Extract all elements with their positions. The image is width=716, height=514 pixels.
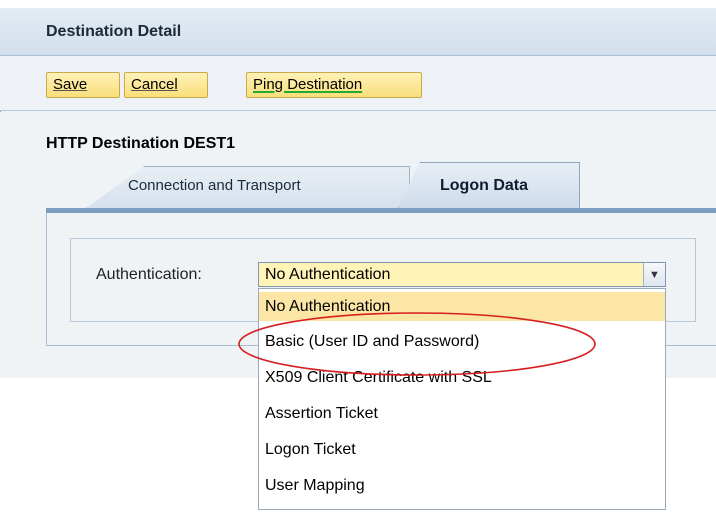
authentication-dropdown-list: No Authentication Basic (User ID and Pas…: [258, 288, 666, 510]
ping-destination-label: Ping Destination: [253, 76, 363, 93]
cancel-button-label: Cancel: [131, 76, 178, 93]
authentication-label: Authentication:: [96, 266, 202, 283]
panel-header: Destination Detail: [0, 8, 716, 56]
cancel-button[interactable]: Cancel: [124, 72, 208, 98]
panel-title: Destination Detail: [46, 23, 182, 40]
option-logon-ticket[interactable]: Logon Ticket: [259, 435, 665, 464]
option-x509[interactable]: X509 Client Certificate with SSL: [259, 363, 665, 392]
save-button[interactable]: Save: [46, 72, 120, 98]
ping-destination-button[interactable]: Ping Destination: [246, 72, 422, 98]
tab-logon-label: Logon Data: [440, 177, 528, 194]
save-button-label: Save: [53, 76, 88, 93]
option-user-mapping[interactable]: User Mapping: [259, 471, 665, 500]
authentication-select[interactable]: No Authentication ▼: [258, 262, 666, 287]
option-no-authentication[interactable]: No Authentication: [259, 292, 665, 321]
authentication-selected-value: No Authentication: [265, 266, 391, 283]
dropdown-toggle-button[interactable]: ▼: [643, 263, 665, 286]
chevron-down-icon: ▼: [649, 268, 660, 281]
destination-title: HTTP Destination DEST1: [46, 135, 236, 152]
option-assertion-ticket[interactable]: Assertion Ticket: [259, 399, 665, 428]
tab-connection-label: Connection and Transport: [128, 177, 301, 194]
toolbar: Save Cancel Ping Destination: [0, 56, 716, 111]
option-basic[interactable]: Basic (User ID and Password): [259, 327, 665, 356]
